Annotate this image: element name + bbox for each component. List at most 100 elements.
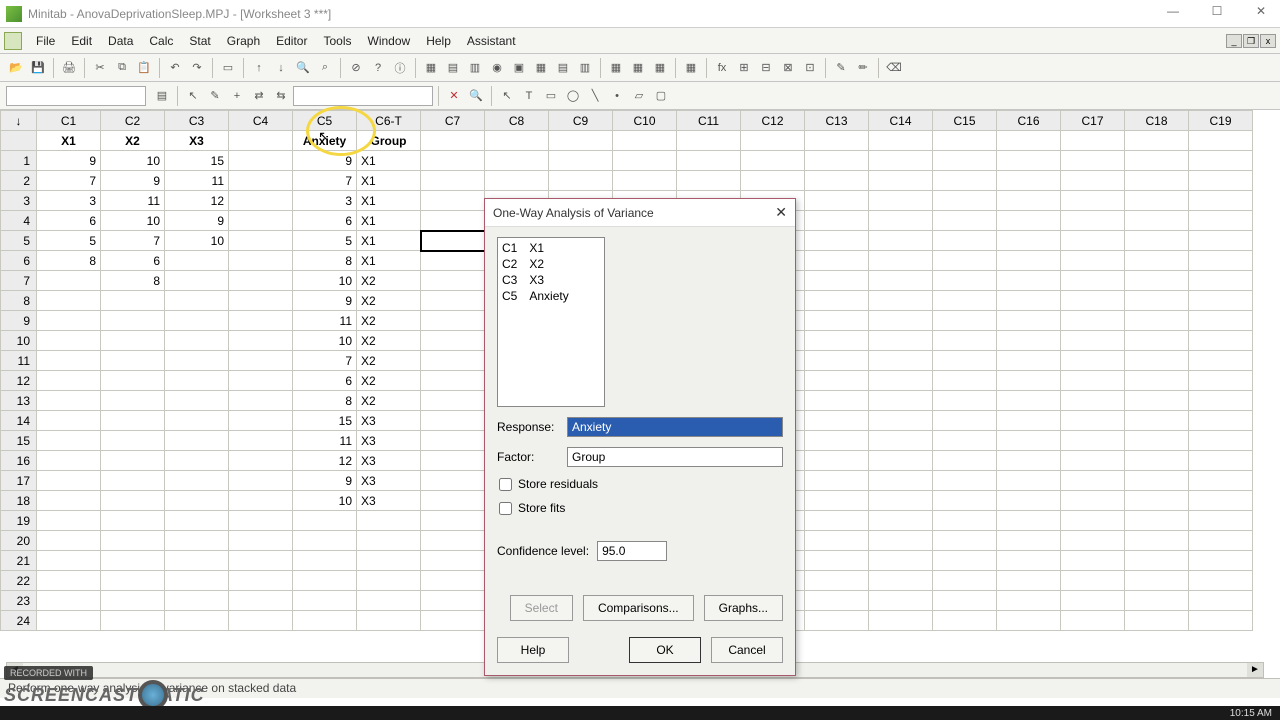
- cell[interactable]: [37, 291, 101, 311]
- cell[interactable]: [293, 551, 357, 571]
- cell[interactable]: [1125, 331, 1189, 351]
- cell[interactable]: [101, 331, 165, 351]
- cell[interactable]: [869, 271, 933, 291]
- cell[interactable]: [165, 291, 229, 311]
- row-header[interactable]: 22: [1, 571, 37, 591]
- layout1-icon[interactable]: ▦: [606, 58, 626, 78]
- comparisons-button[interactable]: Comparisons...: [583, 595, 694, 621]
- cell[interactable]: [229, 291, 293, 311]
- cell[interactable]: [1061, 591, 1125, 611]
- cell[interactable]: [485, 171, 549, 191]
- cell[interactable]: [293, 571, 357, 591]
- cell[interactable]: [229, 251, 293, 271]
- cell[interactable]: [101, 591, 165, 611]
- cell[interactable]: [933, 531, 997, 551]
- col-header[interactable]: C13: [805, 111, 869, 131]
- cell[interactable]: [1189, 491, 1253, 511]
- row-header[interactable]: 20: [1, 531, 37, 551]
- layout4-icon[interactable]: ▦: [681, 58, 701, 78]
- cell[interactable]: [933, 171, 997, 191]
- cell[interactable]: [805, 211, 869, 231]
- cell[interactable]: [1061, 491, 1125, 511]
- rect-icon[interactable]: ▭: [541, 86, 561, 106]
- cell[interactable]: [997, 611, 1061, 631]
- cell[interactable]: 7: [293, 171, 357, 191]
- tool1-icon[interactable]: ⊞: [734, 58, 754, 78]
- col-name[interactable]: [1061, 131, 1125, 151]
- cell[interactable]: 8: [293, 251, 357, 271]
- cell[interactable]: [1125, 191, 1189, 211]
- cell[interactable]: [677, 171, 741, 191]
- col-name[interactable]: [741, 131, 805, 151]
- cell[interactable]: [613, 171, 677, 191]
- pointer-icon[interactable]: ↖: [183, 86, 203, 106]
- cell[interactable]: [1125, 291, 1189, 311]
- col-header[interactable]: C1: [37, 111, 101, 131]
- cell[interactable]: X1: [357, 231, 421, 251]
- cell[interactable]: [805, 511, 869, 531]
- col-name[interactable]: X2: [101, 131, 165, 151]
- cell[interactable]: [805, 331, 869, 351]
- pencil-icon[interactable]: ✎: [205, 86, 225, 106]
- cell[interactable]: [933, 471, 997, 491]
- col-header[interactable]: C10: [613, 111, 677, 131]
- cell[interactable]: [37, 531, 101, 551]
- cell[interactable]: [101, 511, 165, 531]
- cell[interactable]: 7: [101, 231, 165, 251]
- cell[interactable]: 3: [37, 191, 101, 211]
- cell[interactable]: [421, 391, 485, 411]
- cell[interactable]: 11: [101, 191, 165, 211]
- cell[interactable]: 10: [293, 271, 357, 291]
- cell[interactable]: [1125, 591, 1189, 611]
- minimize-button[interactable]: —: [1160, 4, 1186, 24]
- cell[interactable]: [421, 531, 485, 551]
- cell[interactable]: [805, 551, 869, 571]
- cell[interactable]: [869, 391, 933, 411]
- cell[interactable]: [1189, 231, 1253, 251]
- cell[interactable]: [421, 151, 485, 171]
- row-header[interactable]: 18: [1, 491, 37, 511]
- cell[interactable]: X3: [357, 471, 421, 491]
- swap-icon[interactable]: ⇄: [249, 86, 269, 106]
- row-header[interactable]: 4: [1, 211, 37, 231]
- cell[interactable]: [165, 351, 229, 371]
- info-icon[interactable]: ⓘ: [390, 58, 410, 78]
- cell[interactable]: [421, 311, 485, 331]
- row-header[interactable]: 16: [1, 451, 37, 471]
- cell[interactable]: [1189, 511, 1253, 531]
- cell[interactable]: [101, 451, 165, 471]
- cell[interactable]: 6: [37, 211, 101, 231]
- cell[interactable]: [421, 411, 485, 431]
- cell[interactable]: [1189, 291, 1253, 311]
- cell[interactable]: [805, 291, 869, 311]
- goto-icon[interactable]: ▤: [152, 86, 172, 106]
- cell[interactable]: [101, 351, 165, 371]
- cell[interactable]: [421, 331, 485, 351]
- col-header[interactable]: C12: [741, 111, 805, 131]
- save-icon[interactable]: 💾: [28, 58, 48, 78]
- cell[interactable]: [1061, 331, 1125, 351]
- cell[interactable]: [165, 451, 229, 471]
- cell[interactable]: [101, 311, 165, 331]
- cell[interactable]: 15: [293, 411, 357, 431]
- col-header[interactable]: C2: [101, 111, 165, 131]
- col-header[interactable]: C11: [677, 111, 741, 131]
- cell[interactable]: [997, 471, 1061, 491]
- corner-cell[interactable]: ↓: [1, 111, 37, 131]
- cell[interactable]: [229, 311, 293, 331]
- cell[interactable]: [1125, 211, 1189, 231]
- cell[interactable]: [1189, 311, 1253, 331]
- cell[interactable]: [1061, 531, 1125, 551]
- cell[interactable]: [869, 551, 933, 571]
- col-header[interactable]: C16: [997, 111, 1061, 131]
- row-header[interactable]: 2: [1, 171, 37, 191]
- cell[interactable]: [165, 491, 229, 511]
- col-header[interactable]: C8: [485, 111, 549, 131]
- cancel-button[interactable]: Cancel: [711, 637, 783, 663]
- cell[interactable]: [421, 351, 485, 371]
- cell[interactable]: 11: [293, 311, 357, 331]
- cell[interactable]: [805, 271, 869, 291]
- cell[interactable]: [229, 151, 293, 171]
- cell[interactable]: 5: [293, 231, 357, 251]
- menu-graph[interactable]: Graph: [219, 30, 268, 52]
